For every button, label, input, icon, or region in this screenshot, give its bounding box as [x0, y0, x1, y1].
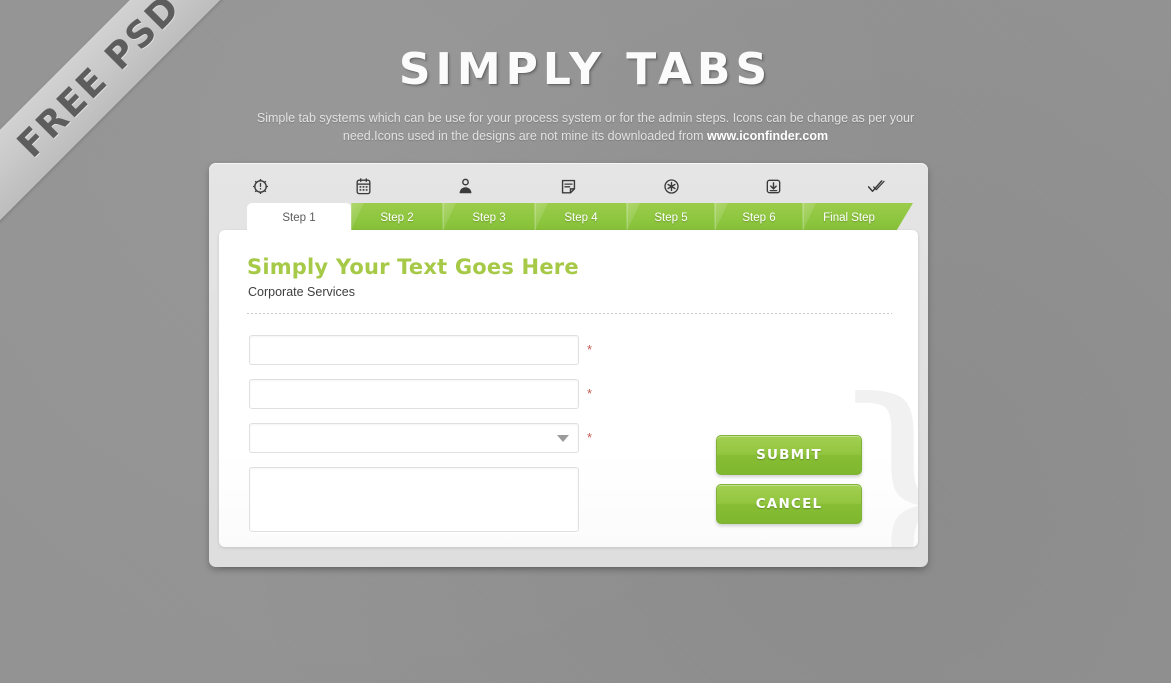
cancel-button[interactable]: CANCEL [716, 484, 862, 524]
tab-step-4[interactable]: Step 4 [535, 203, 627, 233]
user-icon [456, 177, 475, 196]
page-header: SIMPLY TABS Simple tab systems which can… [0, 44, 1171, 145]
field-one-input[interactable] [249, 335, 579, 365]
iconfinder-link[interactable]: www.iconfinder.com [707, 129, 828, 143]
tab-content-panel: } Simply Your Text Goes Here Corporate S… [219, 230, 918, 547]
select-wrapper [249, 423, 579, 453]
required-asterisk-one: * [587, 342, 593, 357]
tab-bar: Step 1 Step 2 Step 3 Step 4 Step 5 Step … [209, 203, 928, 233]
tab-step-5-label: Step 5 [654, 212, 688, 224]
check-icon [866, 177, 887, 196]
tab-step-2[interactable]: Step 2 [351, 203, 443, 233]
edit-note-icon [559, 177, 578, 196]
tab-step-4-label: Step 4 [564, 212, 598, 224]
page-subtitle: Simple tab systems which can be use for … [256, 109, 916, 145]
tab-step-2-label: Step 2 [380, 212, 414, 224]
asterisk-circle-icon [662, 177, 681, 196]
icon-cell-6[interactable] [723, 163, 826, 203]
icon-cell-7[interactable] [825, 163, 928, 203]
download-icon [764, 177, 783, 196]
form-column: * * * [249, 335, 592, 547]
tab-step-1-label: Step 1 [282, 212, 316, 224]
tab-final-step[interactable]: Final Step [803, 203, 895, 233]
tab-step-6[interactable]: Step 6 [715, 203, 803, 233]
field-message-textarea[interactable] [249, 467, 579, 532]
gear-icon [251, 177, 270, 196]
tabs-card: Step 1 Step 2 Step 3 Step 4 Step 5 Step … [209, 163, 928, 567]
tab-step-3[interactable]: Step 3 [443, 203, 535, 233]
field-two-input[interactable] [249, 379, 579, 409]
field-select-input[interactable] [249, 423, 579, 453]
button-column: SUBMIT CANCEL [716, 435, 864, 533]
tab-bar-right-angle [895, 203, 913, 233]
icon-cell-5[interactable] [620, 163, 723, 203]
calendar-icon [354, 177, 373, 196]
icon-cell-1[interactable] [209, 163, 312, 203]
tab-step-3-label: Step 3 [472, 212, 506, 224]
panel-subheading: Corporate Services [248, 285, 355, 299]
icon-cell-3[interactable] [414, 163, 517, 203]
page-title: SIMPLY TABS [398, 44, 773, 95]
icon-cell-2[interactable] [312, 163, 415, 203]
field-row-one: * [249, 335, 592, 365]
required-asterisk-two: * [587, 386, 593, 401]
field-row-message [249, 467, 579, 537]
tab-step-1[interactable]: Step 1 [247, 203, 351, 233]
panel-divider [247, 313, 892, 314]
tab-step-5[interactable]: Step 5 [627, 203, 715, 233]
panel-heading: Simply Your Text Goes Here [247, 255, 579, 279]
field-row-select: * [249, 423, 592, 453]
field-row-two: * [249, 379, 592, 409]
icon-strip [209, 163, 928, 203]
tab-step-6-label: Step 6 [742, 212, 776, 224]
required-asterisk-three: * [587, 430, 593, 445]
submit-button[interactable]: SUBMIT [716, 435, 862, 475]
tab-final-step-label: Final Step [823, 212, 875, 224]
icon-cell-4[interactable] [517, 163, 620, 203]
